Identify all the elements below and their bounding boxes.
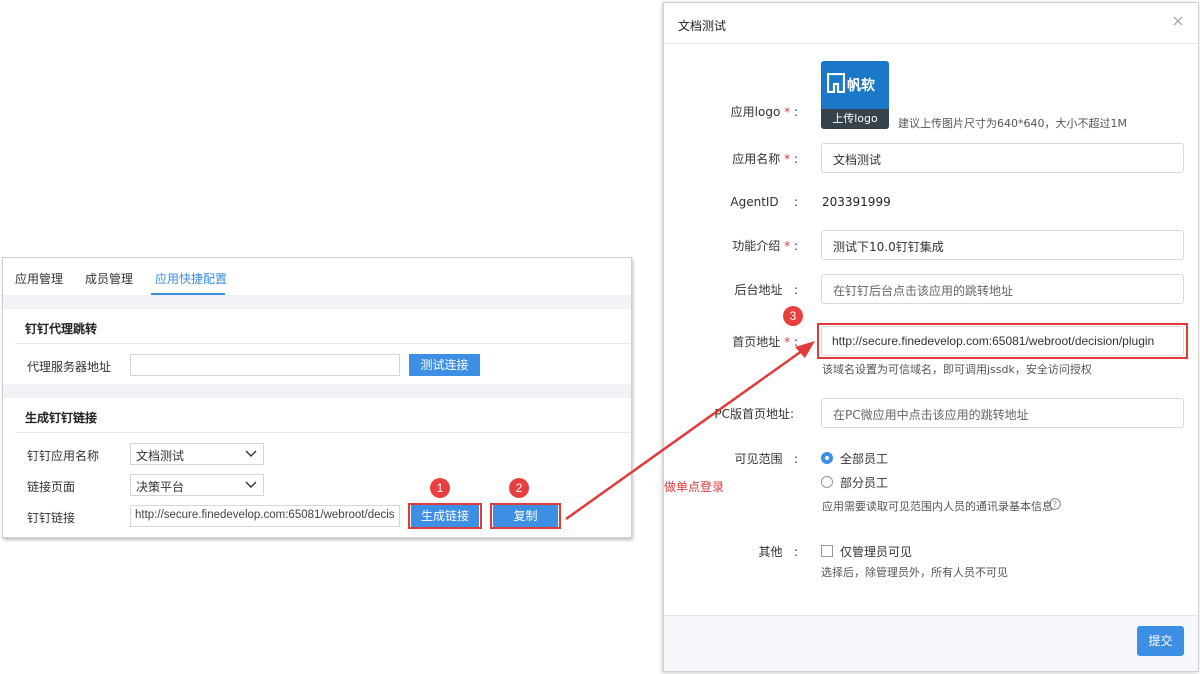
arrow-annotation — [565, 341, 815, 521]
arrow-head-icon — [795, 341, 815, 358]
arrow-line — [565, 346, 807, 521]
